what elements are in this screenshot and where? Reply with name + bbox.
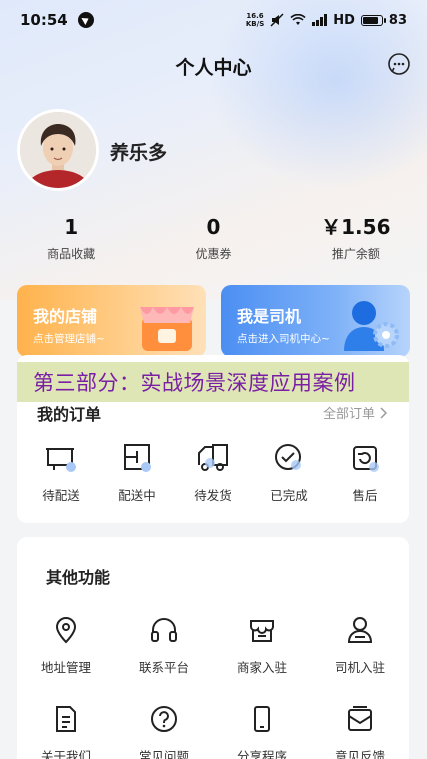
functions-title: 其他功能 [46, 568, 111, 587]
my-shop-card[interactable]: 我的店铺 点击管理店铺~ [17, 285, 206, 357]
avatar[interactable] [17, 109, 99, 191]
page-title: 个人中心 [175, 56, 252, 79]
network-speed: 16.6 KB/S [245, 12, 265, 28]
other-functions-card: 其他功能 地址管理 联系平台 商家入驻 司机入驻 关于我们 常见问题 分享程序 … [17, 537, 409, 759]
in-delivery-icon [124, 444, 151, 472]
order-completed[interactable]: 已完成 [254, 441, 324, 504]
feedback-mail-icon [348, 706, 372, 731]
store-icon [250, 620, 274, 642]
func-share-app[interactable]: 分享程序 [213, 704, 311, 759]
driver-card-title: 我是司机 [237, 307, 302, 326]
func-address-management[interactable]: 地址管理 [17, 615, 115, 676]
driver-person-gear-icon [344, 301, 399, 351]
after-sales-icon [353, 446, 379, 472]
question-icon [151, 706, 177, 732]
wifi-icon [290, 14, 306, 25]
driver-card[interactable]: 我是司机 点击进入司机中心~ [221, 285, 410, 357]
func-contact-platform[interactable]: 联系平台 [115, 615, 213, 676]
battery-percent: 83 [388, 12, 407, 28]
completed-check-icon [275, 444, 301, 470]
stats-row: 1 商品收藏 0 优惠券 ￥1.56 推广余额 [0, 214, 427, 262]
func-merchant-join[interactable]: 商家入驻 [213, 615, 311, 676]
headset-icon [151, 618, 177, 642]
func-driver-join[interactable]: 司机入驻 [311, 615, 409, 676]
stat-label: 优惠券 [195, 247, 232, 261]
battery-icon [360, 14, 386, 26]
status-time: 10:54 [20, 11, 68, 29]
chevron-right-icon [380, 406, 387, 419]
stat-coupons[interactable]: 0 优惠券 [142, 214, 284, 262]
signal-strength-icon [312, 14, 328, 26]
chat-bubble-icon[interactable] [387, 52, 411, 76]
section-banner: 第三部分：实战场景深度应用案例 [17, 362, 409, 402]
shop-storefront-icon [140, 307, 194, 351]
avatar-portrait [20, 112, 96, 188]
pending-delivery-icon [46, 448, 76, 472]
network-type: HD [333, 12, 355, 28]
stat-value: 0 [206, 215, 221, 239]
functions-grid: 地址管理 联系平台 商家入驻 司机入驻 关于我们 常见问题 分享程序 意见反馈 [17, 615, 409, 759]
location-pin-icon [55, 617, 77, 644]
stat-label: 推广余额 [331, 247, 380, 261]
func-about-us[interactable]: 关于我们 [17, 704, 115, 759]
document-icon [56, 706, 76, 732]
status-bar: 10:54 16.6 KB/S HD 83 [0, 0, 427, 40]
orders-title: 我的订单 [37, 405, 102, 424]
func-feedback[interactable]: 意见反馈 [311, 704, 409, 759]
order-after-sales[interactable]: 售后 [330, 441, 400, 504]
order-to-ship[interactable]: 待发货 [178, 441, 248, 504]
stat-favorites[interactable]: 1 商品收藏 [0, 214, 142, 262]
mute-vibrate-icon [270, 13, 284, 27]
shop-card-title: 我的店铺 [33, 307, 98, 326]
shop-card-subtitle: 点击管理店铺~ [33, 333, 105, 345]
username: 养乐多 [110, 142, 168, 164]
navigation-icon [77, 12, 94, 28]
driver-card-subtitle: 点击进入司机中心~ [237, 333, 330, 345]
order-pending-delivery[interactable]: 待配送 [26, 441, 96, 504]
stat-value: ￥1.56 [321, 215, 391, 239]
phone-share-icon [254, 706, 270, 732]
stat-balance[interactable]: ￥1.56 推广余额 [285, 214, 427, 262]
order-in-delivery[interactable]: 配送中 [102, 441, 172, 504]
stat-value: 1 [64, 215, 79, 239]
stat-label: 商品收藏 [47, 247, 96, 261]
func-faq[interactable]: 常见问题 [115, 704, 213, 759]
to-ship-truck-icon [198, 444, 228, 471]
order-status-row: 待配送 配送中 待发货 已完成 售后 [17, 441, 409, 504]
driver-person-icon [347, 617, 373, 643]
all-orders-link[interactable]: 全部订单 [323, 403, 387, 422]
title-bar: 个人中心 [0, 44, 427, 88]
